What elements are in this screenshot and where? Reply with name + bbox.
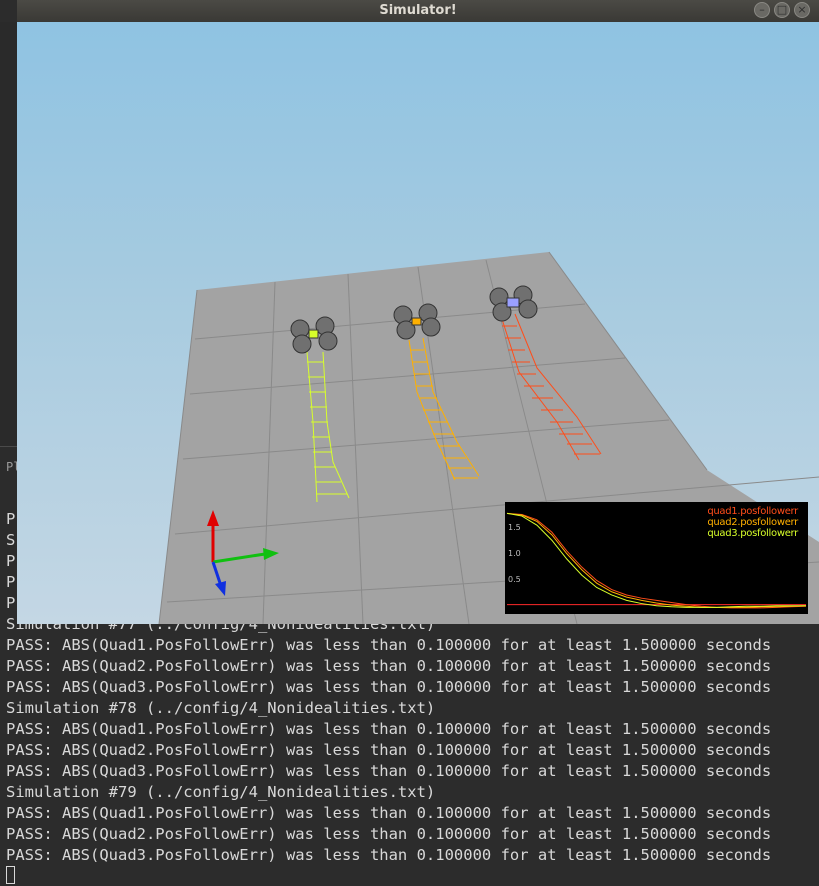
maximize-icon: □ <box>776 3 788 16</box>
y-tick-label: 0.5 <box>508 575 521 584</box>
terminal-line: PASS: ABS(Quad3.PosFollowErr) was less t… <box>6 846 772 864</box>
terminal-line: PASS: ABS(Quad2.PosFollowErr) was less t… <box>6 741 772 759</box>
terminal-line: PASS: ABS(Quad1.PosFollowErr) was less t… <box>6 804 772 822</box>
terminal-line: Simulation #78 (../config/4_Nonidealitie… <box>6 699 436 717</box>
error-plot: 1.5 1.0 0.5 quad1.posfollowerr quad2.pos… <box>505 502 808 614</box>
legend-entry-quad2: quad2.posfollowerr <box>707 517 798 528</box>
terminal-line: PASS: ABS(Quad2.PosFollowErr) was less t… <box>6 657 772 675</box>
legend-entry-quad3: quad3.posfollowerr <box>707 528 798 539</box>
terminal-partial-line: S <box>6 531 16 549</box>
3d-viewport[interactable]: 1.5 1.0 0.5 quad1.posfollowerr quad2.pos… <box>17 22 819 624</box>
terminal-partial-line: P <box>6 594 16 612</box>
maximize-button[interactable]: □ <box>774 2 790 18</box>
minimize-icon: – <box>759 3 765 16</box>
close-icon: × <box>797 3 807 16</box>
terminal-line: PASS: ABS(Quad1.PosFollowErr) was less t… <box>6 720 772 738</box>
terminal-line: PASS: ABS(Quad1.PosFollowErr) was less t… <box>6 636 772 654</box>
terminal-line: Simulation #79 (../config/4_Nonidealitie… <box>6 783 436 801</box>
terminal-partial-line: P <box>6 510 16 528</box>
window-title: Simulator! <box>379 3 457 18</box>
y-tick-label: 1.0 <box>508 549 521 558</box>
terminal-line: PASS: ABS(Quad3.PosFollowErr) was less t… <box>6 762 772 780</box>
terminal-line: PASS: ABS(Quad2.PosFollowErr) was less t… <box>6 825 772 843</box>
close-button[interactable]: × <box>794 2 810 18</box>
terminal-line: PASS: ABS(Quad3.PosFollowErr) was less t… <box>6 678 772 696</box>
simulator-window: Simulator! – □ × 1.5 1.0 0.5 quad1.posfo… <box>17 0 819 624</box>
terminal-partial-line: P <box>6 573 16 591</box>
terminal-partial-line: P <box>6 552 16 570</box>
window-titlebar[interactable]: Simulator! – □ × <box>17 0 819 22</box>
y-tick-label: 1.5 <box>508 523 521 532</box>
legend-entry-quad1: quad1.posfollowerr <box>707 506 798 517</box>
terminal-cursor <box>6 866 15 884</box>
minimize-button[interactable]: – <box>754 2 770 18</box>
